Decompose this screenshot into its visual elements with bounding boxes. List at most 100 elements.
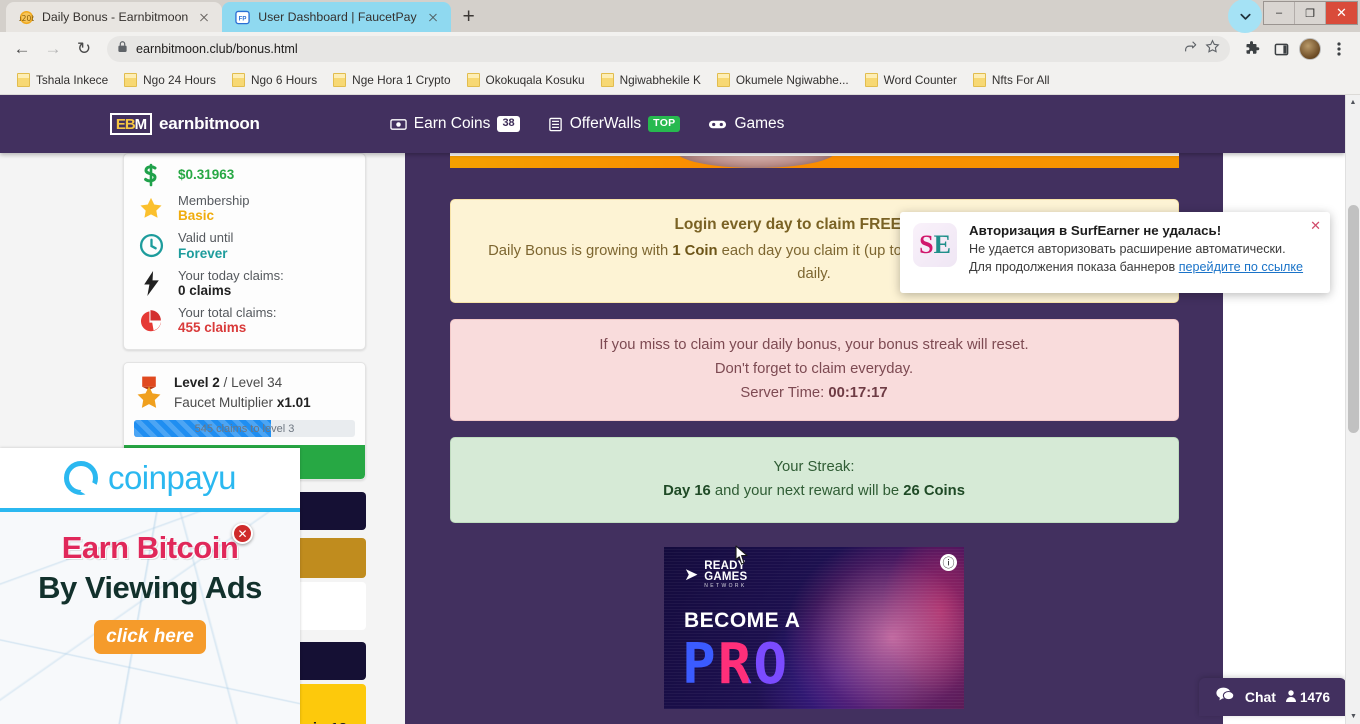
nav-games[interactable]: Games xyxy=(708,115,784,133)
bookmark-label: Tshala Inkece xyxy=(36,73,109,87)
close-icon[interactable]: ✕ xyxy=(1310,218,1321,234)
browser-toolbar: ← → ↻ earnbitmoon.club/bonus.html xyxy=(0,32,1360,66)
chat-widget[interactable]: Chat 1476 xyxy=(1198,678,1346,716)
tab-title: User Dashboard | FaucetPay xyxy=(258,10,417,24)
streak-reset-warning-panel: If you miss to claim your daily bonus, y… xyxy=(449,318,1179,421)
bolt-icon xyxy=(136,270,166,296)
forward-icon[interactable]: → xyxy=(39,35,67,63)
url-text: earnbitmoon.club/bonus.html xyxy=(136,42,298,56)
svg-text:FP: FP xyxy=(238,15,246,22)
extensions-puzzle-icon[interactable] xyxy=(1239,36,1265,62)
page-scrollbar[interactable]: ▲ ▼ xyxy=(1345,95,1360,724)
site-brand[interactable]: EBM earnbitmoon xyxy=(110,113,260,135)
menu-kebab-icon[interactable] xyxy=(1326,36,1352,62)
streak-middle: and your next reward will be xyxy=(710,482,904,499)
offerwalls-top-badge: TOP xyxy=(648,116,681,132)
bookmark-item[interactable]: Word Counter xyxy=(858,70,964,90)
browser-tab-2[interactable]: FP User Dashboard | FaucetPay xyxy=(222,2,451,32)
coinpayu-header: coinpayu xyxy=(0,448,300,508)
folder-icon xyxy=(17,73,30,87)
today-claims-text: Your today claims: 0 claims xyxy=(178,268,284,299)
svg-text:\u20bf: \u20bf xyxy=(19,13,34,22)
chat-count-value: 1476 xyxy=(1299,689,1330,705)
bookmark-item[interactable]: Nge Hora 1 Crypto xyxy=(326,70,457,90)
gamepad-icon xyxy=(708,118,727,131)
bookmark-item[interactable]: Okumele Ngiwabhe... xyxy=(710,70,856,90)
earnbitmoon-logo-icon: EBM xyxy=(110,113,152,135)
surfearner-logo-icon: SE xyxy=(913,223,957,267)
ad-info-icon[interactable]: ⓘ xyxy=(940,553,957,571)
bookmark-item[interactable]: Tshala Inkece xyxy=(10,70,115,90)
level-separator: / xyxy=(223,375,228,390)
tab-search-dropdown-button[interactable] xyxy=(1228,0,1262,33)
coinpayu-headline-1: Earn Bitcoin xyxy=(61,530,239,565)
back-icon[interactable]: ← xyxy=(8,35,36,63)
membership-label: Membership xyxy=(178,193,250,208)
bookmark-label: Ngo 6 Hours xyxy=(250,73,318,87)
partial-top-banner[interactable] xyxy=(449,153,1179,185)
browser-window: \u20bf Daily Bonus - Earnbitmoon FP User… xyxy=(0,0,1360,724)
level-progress-bar: 545 claims to level 3 xyxy=(134,420,355,438)
profile-avatar[interactable] xyxy=(1297,36,1323,62)
folder-icon xyxy=(124,73,138,87)
bookmark-label: Nfts For All xyxy=(991,73,1050,87)
bookmark-item[interactable]: Ngiwabhekile K xyxy=(594,70,708,90)
bookmark-item[interactable]: Ngo 6 Hours xyxy=(225,70,324,90)
side-panel-icon[interactable] xyxy=(1268,36,1294,62)
level-text: Level 2 / Level 34 Faucet Multiplier x1.… xyxy=(174,373,311,412)
nav-offerwalls[interactable]: OfferWalls TOP xyxy=(548,115,681,133)
scrollbar-thumb[interactable] xyxy=(1348,205,1359,433)
star-icon[interactable] xyxy=(1205,39,1220,59)
address-bar[interactable]: earnbitmoon.club/bonus.html xyxy=(107,36,1230,62)
close-window-button[interactable]: ✕ xyxy=(1326,2,1357,24)
bookmark-label: Nge Hora 1 Crypto xyxy=(352,73,451,87)
new-tab-button[interactable]: + xyxy=(455,3,483,31)
star-icon xyxy=(136,196,166,221)
reload-icon[interactable]: ↻ xyxy=(70,35,98,63)
stat-balance: $0.31963 xyxy=(136,160,351,190)
browser-tab-1[interactable]: \u20bf Daily Bonus - Earnbitmoon xyxy=(6,2,223,32)
stat-total-claims: Your total claims: 455 claims xyxy=(136,302,351,339)
tab-title: Daily Bonus - Earnbitmoon xyxy=(42,10,189,24)
streak-day: Day 16 xyxy=(663,482,711,499)
close-icon[interactable] xyxy=(425,9,441,25)
bookmark-item[interactable]: Nfts For All xyxy=(966,70,1057,90)
level-current: Level 2 xyxy=(174,375,220,390)
scroll-down-arrow-icon[interactable]: ▼ xyxy=(1346,709,1360,724)
coinpayu-cta-button[interactable]: click here xyxy=(94,620,206,654)
folder-icon xyxy=(864,73,878,87)
toast-line-2-pre: Для продолжения показа баннеров xyxy=(969,259,1179,274)
warning-line-2: Don't forget to claim everyday. xyxy=(714,360,914,377)
ready-games-banner-ad[interactable]: ➤ READY GAMES NETWORK BECOME A PRO ⓘ xyxy=(664,546,964,709)
page-viewport: Login every day to claim FREE Coins! Dai… xyxy=(0,95,1360,724)
today-claims-label: Your today claims: xyxy=(178,267,284,283)
toast-line-2: Для продолжения показа баннеров перейдит… xyxy=(969,259,1317,277)
ad-close-marker-icon[interactable]: ✕ xyxy=(232,523,253,544)
bookmark-item[interactable]: Okokuqala Kosuku xyxy=(460,70,592,90)
bookmark-item[interactable]: Ngo 24 Hours xyxy=(117,70,223,90)
toast-link[interactable]: перейдите по ссылке xyxy=(1179,260,1303,274)
ad-brand-line3: NETWORK xyxy=(704,583,747,590)
coinpayu-ad-overlay[interactable]: coinpayu Earn Bitcoin By Viewing Ads cli… xyxy=(0,448,300,724)
total-claims-value: 455 claims xyxy=(178,320,247,336)
minimize-button[interactable]: – xyxy=(1264,2,1295,24)
chat-label: Chat xyxy=(1244,689,1276,705)
coinpayu-body: Earn Bitcoin By Viewing Ads click here xyxy=(0,512,300,724)
close-icon[interactable] xyxy=(196,9,212,25)
earn-coins-badge: 38 xyxy=(497,116,520,132)
balance-value: $0.31963 xyxy=(178,166,235,182)
logo-b: B xyxy=(124,115,136,133)
scroll-up-arrow-icon[interactable]: ▲ xyxy=(1346,95,1360,110)
folder-icon xyxy=(231,73,245,87)
nav-earn-coins[interactable]: Earn Coins 38 xyxy=(390,115,520,133)
valid-until-text: Valid until Forever xyxy=(178,230,233,261)
share-icon[interactable] xyxy=(1183,40,1197,59)
brand-name: earnbitmoon xyxy=(159,114,260,133)
site-nav: Earn Coins 38 OfferWalls TOP Games xyxy=(390,115,784,133)
surfearner-notification-toast[interactable]: SE Авторизация в SurfEarner не удалась! … xyxy=(900,212,1330,293)
server-time-label: Server Time: xyxy=(740,384,825,401)
level-line: Level 2 / Level 34 xyxy=(174,373,311,393)
coinpayu-logo-icon xyxy=(63,461,98,495)
bitcoin-coin-icon: \u20bf xyxy=(18,9,34,25)
maximize-button[interactable]: ❐ xyxy=(1295,2,1326,24)
